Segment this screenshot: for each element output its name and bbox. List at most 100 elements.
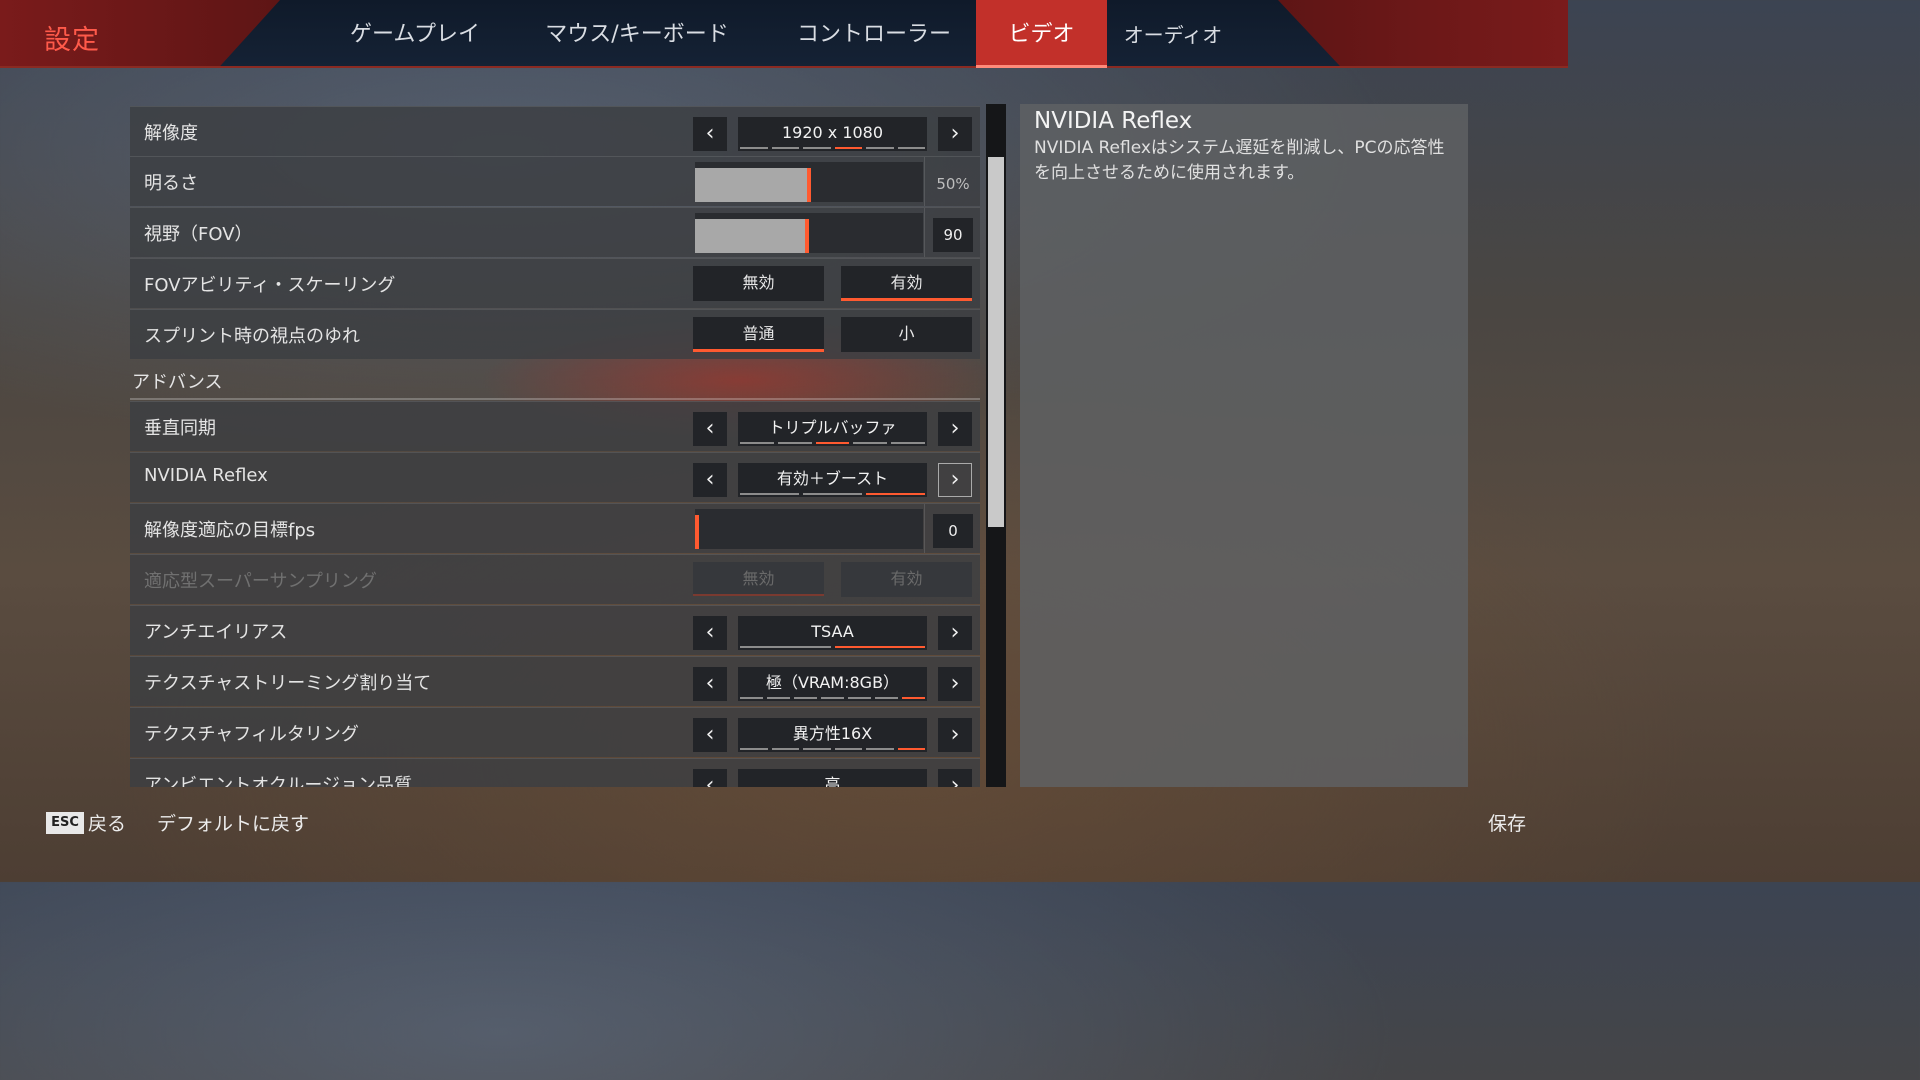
option-pips [738,646,927,648]
option-pips [738,147,927,149]
setting-label: 明るさ [144,173,198,194]
setting-row-fov: 視野（FOV） 90 [130,207,980,257]
top-bar-right-accent [1278,0,1568,68]
option-pip [891,442,925,444]
chevron-right-icon[interactable]: › [938,412,972,446]
description-text: NVIDIA Reflexはシステム遅延を削減し、PCの応答性を向上させるために… [1034,138,1445,183]
option-pips [738,493,927,495]
option-pip [771,748,799,750]
option-pips [738,748,927,750]
chevron-right-icon[interactable]: › [938,718,972,752]
option-pip [853,442,888,444]
setting-value-text: トリプルバッファ [768,418,897,437]
slider-fill [695,168,809,202]
option-pip [834,748,862,750]
toggle-on-button[interactable]: 有効 [841,266,972,301]
option-pip [771,147,799,149]
chevron-left-icon[interactable]: ‹ [693,463,727,497]
setting-label: アンビエントオクルージョン品質 [144,775,413,787]
chevron-left-icon[interactable]: ‹ [693,667,727,701]
setting-label: 垂直同期 [144,418,216,439]
setting-row-texture-filtering: テクスチャフィルタリング ‹ 異方性16X › [130,707,980,757]
chevron-right-icon[interactable]: › [938,616,972,650]
option-pip [803,147,831,149]
chevron-right-icon[interactable]: › [938,463,972,497]
option-pip [897,147,925,149]
setting-value-text: 有効＋ブースト [776,469,889,488]
chevron-right-icon[interactable]: › [938,769,972,787]
setting-row-ambient-occlusion: アンビエントオクルージョン品質 ‹ 高 › [130,758,980,787]
setting-label: FOVアビリティ・スケーリング [144,275,396,296]
setting-label: 適応型スーパーサンプリング [144,571,377,592]
top-bar-divider [0,66,1568,68]
chevron-right-icon[interactable]: › [938,117,972,151]
setting-label: テクスチャストリーミング割り当て [144,673,432,694]
tab-audio[interactable]: オーディオ [1118,0,1228,68]
save-button[interactable]: 保存 [1488,809,1526,836]
adaptive-fps-value-input[interactable]: 0 [933,514,973,548]
toggle-on-button: 有効 [841,562,972,597]
toggle-small-button[interactable]: 小 [841,317,972,352]
tab-video[interactable]: ビデオ [976,0,1107,68]
reset-defaults-button[interactable]: デフォルトに戻す [157,809,309,836]
chevron-left-icon[interactable]: ‹ [693,117,727,151]
chevron-left-icon[interactable]: ‹ [693,412,727,446]
setting-row-texture-streaming: テクスチャストリーミング割り当て ‹ 極（VRAM:8GB） › [130,656,980,706]
tab-mouse-keyboard[interactable]: マウス/キーボード [528,0,746,68]
slider-value: 50% [936,175,970,193]
setting-value: 高 [738,769,927,787]
option-pip [848,697,871,699]
description-title: NVIDIA Reflex [1034,108,1193,134]
slider-handle[interactable] [695,515,699,549]
option-pips [738,442,927,444]
option-pip [740,147,768,149]
chevron-left-icon[interactable]: ‹ [693,616,727,650]
fov-slider[interactable] [695,213,923,253]
setting-label: 解像度適応の目標fps [144,520,316,541]
page-title: 設定 [44,25,100,56]
slider-fill [695,219,807,253]
option-pip-active [834,147,862,149]
setting-row-resolution: 解像度 ‹ 1920 x 1080 › [130,106,980,156]
esc-key-icon: ESC [46,812,84,834]
option-pip-active [902,697,925,699]
setting-value-text: 異方性16X [792,724,873,743]
option-pip [740,646,831,648]
setting-row-brightness: 明るさ 50% [130,156,980,206]
setting-value: 異方性16X [738,718,927,752]
chevron-left-icon[interactable]: ‹ [693,718,727,752]
setting-label: スプリント時の視点のゆれ [144,326,360,347]
setting-row-adaptive-fps: 解像度適応の目標fps 0 [130,503,980,553]
setting-value-text: 1920 x 1080 [781,123,884,142]
scrollbar-thumb[interactable] [988,157,1004,527]
setting-label: アンチエイリアス [144,622,288,643]
section-divider [130,398,980,400]
brightness-slider[interactable] [695,162,923,202]
divider [924,208,925,257]
toggle-normal-button[interactable]: 普通 [693,317,824,352]
tab-gameplay[interactable]: ゲームプレイ [340,0,490,68]
adaptive-fps-slider[interactable] [695,509,923,549]
option-pip [803,493,862,495]
option-pip [875,697,898,699]
chevron-left-icon[interactable]: ‹ [693,769,727,787]
chevron-right-icon[interactable]: › [938,667,972,701]
divider [924,504,925,553]
fov-value-input[interactable]: 90 [933,218,973,252]
option-pip-active [866,493,925,495]
slider-handle[interactable] [807,168,811,202]
setting-value: 極（VRAM:8GB） [738,667,927,701]
option-pip [740,697,763,699]
toggle-off-button[interactable]: 無効 [693,266,824,301]
setting-label: NVIDIA Reflex [144,465,268,486]
option-pips [738,697,927,699]
slider-handle[interactable] [805,219,809,253]
tab-controller[interactable]: コントローラー [786,0,962,68]
description-panel: NVIDIA Reflex NVIDIA Reflexはシステム遅延を削減し、P… [1020,104,1468,787]
setting-value: 1920 x 1080 [738,117,927,151]
back-button[interactable]: 戻る [88,809,126,836]
divider [924,157,925,206]
setting-label: テクスチャフィルタリング [144,724,359,745]
option-pip [866,147,894,149]
setting-value-text: 高 [824,775,841,787]
